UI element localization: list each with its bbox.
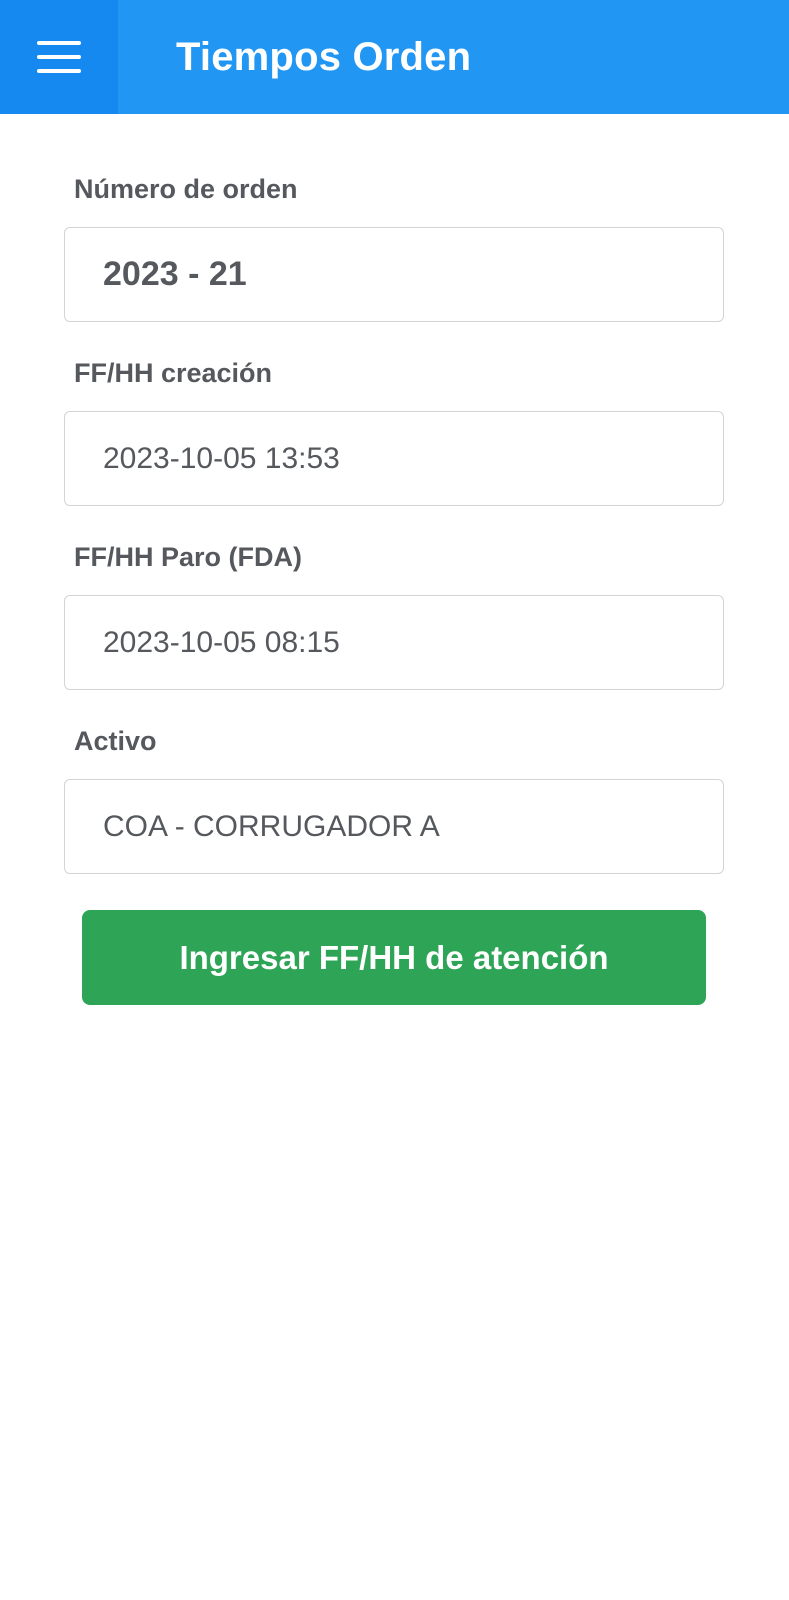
- creation-datetime-label: FF/HH creación: [74, 358, 273, 388]
- asset-field[interactable]: COA - CORRUGADOR A: [64, 779, 724, 874]
- order-number-field[interactable]: 2023 - 21: [64, 227, 724, 322]
- page-title: Tiempos Orden: [176, 34, 472, 79]
- stop-datetime-label: FF/HH Paro (FDA): [74, 542, 302, 572]
- hamburger-menu-icon: [37, 41, 81, 73]
- enter-attention-datetime-button[interactable]: Ingresar FF/HH de atención: [82, 910, 706, 1005]
- stop-datetime-field[interactable]: 2023-10-05 08:15: [64, 595, 724, 690]
- asset-label: Activo: [74, 726, 157, 756]
- app-bar: Tiempos Orden: [0, 0, 789, 114]
- order-times-form: Número de orden 2023 - 21 FF/HH creación…: [0, 114, 789, 1005]
- creation-datetime-field[interactable]: 2023-10-05 13:53: [64, 411, 724, 506]
- order-number-label: Número de orden: [74, 174, 298, 204]
- menu-button[interactable]: [0, 0, 118, 114]
